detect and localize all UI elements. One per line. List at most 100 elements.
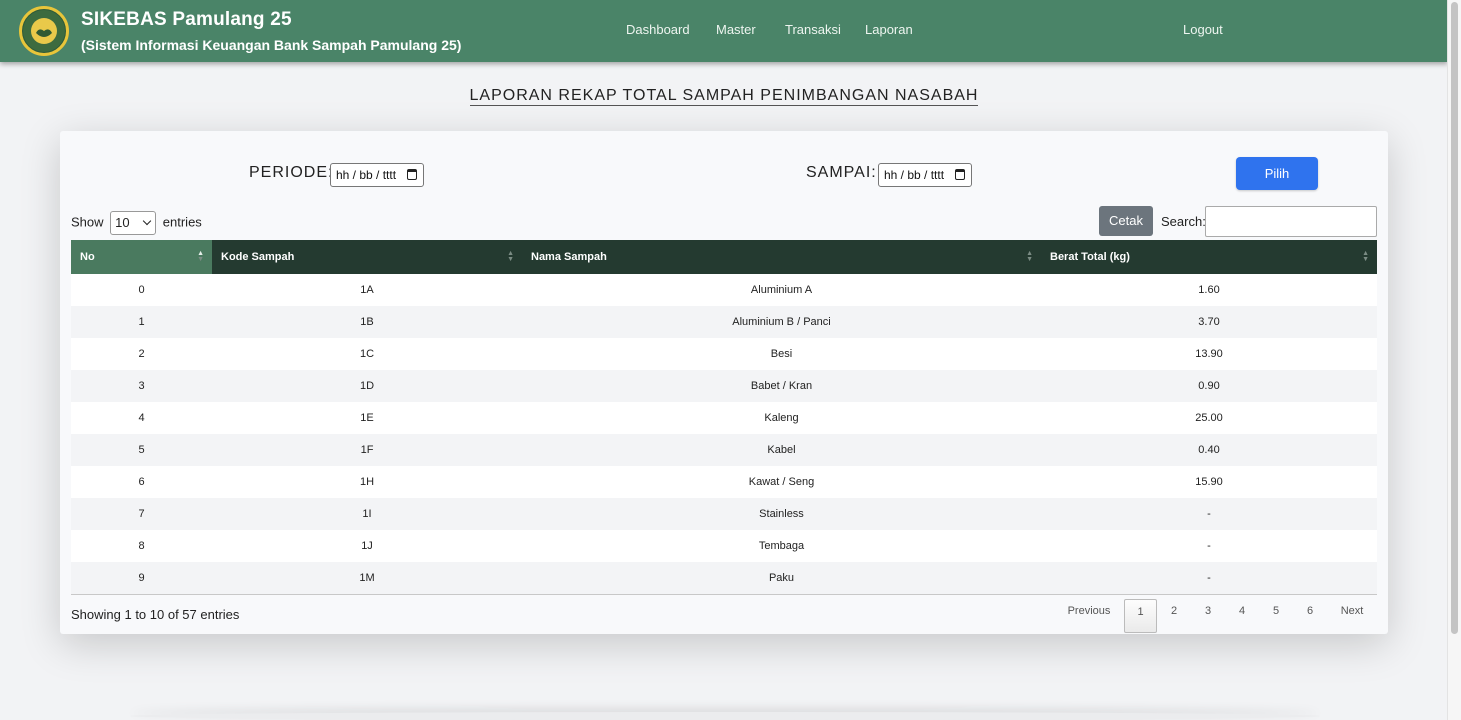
show-label: Show xyxy=(71,214,104,230)
cell-no: 4 xyxy=(71,402,212,434)
cell-no: 7 xyxy=(71,498,212,530)
pagination-page-6[interactable]: 6 xyxy=(1296,599,1324,633)
calendar-icon[interactable] xyxy=(955,169,965,180)
calendar-icon[interactable] xyxy=(407,169,417,180)
table-row: 8 1J Tembaga - xyxy=(71,530,1377,562)
page-title-text: LAPORAN REKAP TOTAL SAMPAH PENIMBANGAN N… xyxy=(469,87,979,106)
pagination-page-3[interactable]: 3 xyxy=(1194,599,1222,633)
sort-icon: ▲ ▼ xyxy=(197,250,204,263)
pagination-page-2[interactable]: 2 xyxy=(1160,599,1188,633)
sort-icon: ▲ ▼ xyxy=(1362,250,1369,263)
search-input[interactable] xyxy=(1205,206,1377,237)
table-row: 2 1C Besi 13.90 xyxy=(71,338,1377,370)
nav-dashboard[interactable]: Dashboard xyxy=(626,22,690,37)
pagination-next[interactable]: Next xyxy=(1334,599,1370,633)
table-info: Showing 1 to 10 of 57 entries xyxy=(71,607,240,622)
cell-berat: 3.70 xyxy=(1041,306,1377,338)
nav-logout[interactable]: Logout xyxy=(1183,22,1223,37)
cell-berat: 13.90 xyxy=(1041,338,1377,370)
scrollbar-thumb[interactable] xyxy=(1451,2,1458,634)
table-row: 5 1F Kabel 0.40 xyxy=(71,434,1377,466)
table-row: 9 1M Paku - xyxy=(71,562,1377,595)
page-length-select[interactable]: 10 xyxy=(110,211,157,235)
cell-no: 0 xyxy=(71,274,212,306)
cell-kode: 1F xyxy=(212,434,522,466)
report-card: PERIODE: hh / bb / tttt SAMPAI: hh / bb … xyxy=(60,131,1388,634)
cell-nama: Stainless xyxy=(522,498,1041,530)
page-scrollbar[interactable] xyxy=(1447,0,1461,720)
cell-nama: Kawat / Seng xyxy=(522,466,1041,498)
table-row: 4 1E Kaleng 25.00 xyxy=(71,402,1377,434)
cell-nama: Kabel xyxy=(522,434,1041,466)
sampai-date-placeholder: hh / bb / tttt xyxy=(884,168,945,182)
periode-label: PERIODE: xyxy=(249,164,334,181)
cell-kode: 1M xyxy=(212,562,522,595)
table-row: 6 1H Kawat / Seng 15.90 xyxy=(71,466,1377,498)
cell-nama: Aluminium B / Panci xyxy=(522,306,1041,338)
cell-berat: 1.60 xyxy=(1041,274,1377,306)
cetak-button[interactable]: Cetak xyxy=(1099,206,1153,236)
cell-nama: Besi xyxy=(522,338,1041,370)
chevron-down-icon xyxy=(142,216,152,226)
top-navbar: SIKEBAS Pamulang 25 (Sistem Informasi Ke… xyxy=(0,0,1448,62)
column-header-berat-total[interactable]: Berat Total (kg) ▲ ▼ xyxy=(1041,240,1377,274)
column-header-no[interactable]: No ▲ ▼ xyxy=(71,240,212,274)
cell-nama: Tembaga xyxy=(522,530,1041,562)
cell-kode: 1A xyxy=(212,274,522,306)
app-subtitle: (Sistem Informasi Keuangan Bank Sampah P… xyxy=(81,37,462,53)
cell-kode: 1I xyxy=(212,498,522,530)
periode-date-input[interactable]: hh / bb / tttt xyxy=(330,163,424,187)
cell-no: 3 xyxy=(71,370,212,402)
cell-kode: 1B xyxy=(212,306,522,338)
cell-no: 1 xyxy=(71,306,212,338)
periode-date-placeholder: hh / bb / tttt xyxy=(336,168,397,182)
pagination-page-4[interactable]: 4 xyxy=(1228,599,1256,633)
search-label: Search: xyxy=(1161,214,1206,229)
sampai-date-input[interactable]: hh / bb / tttt xyxy=(878,163,972,187)
sort-icon: ▲ ▼ xyxy=(507,250,514,263)
cell-berat: 0.90 xyxy=(1041,370,1377,402)
cell-nama: Paku xyxy=(522,562,1041,595)
column-header-label: Kode Sampah xyxy=(221,251,295,263)
table-header-row: No ▲ ▼ Kode Sampah ▲ ▼ Nama Sampah ▲ ▼ Bera… xyxy=(71,240,1377,274)
cell-no: 9 xyxy=(71,562,212,595)
nav-laporan[interactable]: Laporan xyxy=(865,22,913,37)
table-row: 0 1A Aluminium A 1.60 xyxy=(71,274,1377,306)
column-header-label: Berat Total (kg) xyxy=(1050,251,1130,263)
pagination-page-5[interactable]: 5 xyxy=(1262,599,1290,633)
sort-icon: ▲ ▼ xyxy=(1026,250,1033,263)
nav-master[interactable]: Master xyxy=(716,22,756,37)
column-header-nama-sampah[interactable]: Nama Sampah ▲ ▼ xyxy=(522,240,1041,274)
cell-berat: - xyxy=(1041,562,1377,595)
cell-kode: 1E xyxy=(212,402,522,434)
pilih-button[interactable]: Pilih xyxy=(1236,157,1318,190)
bank-sampah-logo xyxy=(19,6,69,56)
cell-berat: 0.40 xyxy=(1041,434,1377,466)
next-card-edge xyxy=(130,712,1320,720)
cell-no: 8 xyxy=(71,530,212,562)
rekap-table: No ▲ ▼ Kode Sampah ▲ ▼ Nama Sampah ▲ ▼ Bera… xyxy=(71,240,1377,595)
cell-kode: 1J xyxy=(212,530,522,562)
entries-label: entries xyxy=(162,214,202,230)
cell-no: 2 xyxy=(71,338,212,370)
cell-no: 6 xyxy=(71,466,212,498)
cell-kode: 1H xyxy=(212,466,522,498)
app-title: SIKEBAS Pamulang 25 xyxy=(81,9,292,30)
column-header-kode-sampah[interactable]: Kode Sampah ▲ ▼ xyxy=(212,240,522,274)
cell-no: 5 xyxy=(71,434,212,466)
page-length-value: 10 xyxy=(115,215,130,230)
pagination-page-1[interactable]: 1 xyxy=(1124,599,1157,633)
table-row: 1 1B Aluminium B / Panci 3.70 xyxy=(71,306,1377,338)
cell-berat: 15.90 xyxy=(1041,466,1377,498)
table-row: 3 1D Babet / Kran 0.90 xyxy=(71,370,1377,402)
cell-berat: - xyxy=(1041,498,1377,530)
pagination-previous[interactable]: Previous xyxy=(1060,599,1118,633)
sampai-label: SAMPAI: xyxy=(806,164,877,181)
column-header-label: Nama Sampah xyxy=(531,251,607,263)
page-title: LAPORAN REKAP TOTAL SAMPAH PENIMBANGAN N… xyxy=(0,87,1448,106)
cell-berat: - xyxy=(1041,530,1377,562)
cell-kode: 1D xyxy=(212,370,522,402)
nav-transaksi[interactable]: Transaksi xyxy=(785,22,841,37)
column-header-label: No xyxy=(80,251,95,263)
cell-kode: 1C xyxy=(212,338,522,370)
